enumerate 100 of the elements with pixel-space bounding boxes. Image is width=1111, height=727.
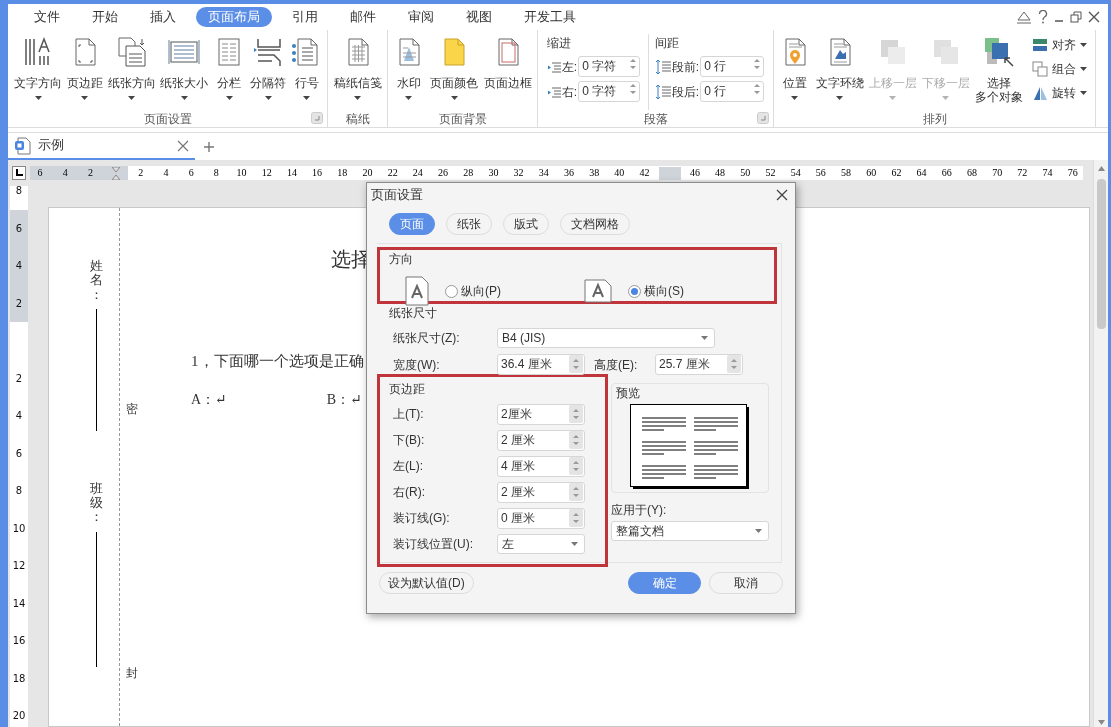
- margin-marker-icon[interactable]: [658, 166, 681, 180]
- menu-tab[interactable]: 邮件: [338, 6, 388, 28]
- dialog-launcher-icon[interactable]: [757, 112, 769, 124]
- add-tab-icon[interactable]: [203, 140, 215, 153]
- field-label: 左:: [561, 58, 578, 76]
- spin-arrows-icon: [569, 355, 583, 373]
- ribbon-button[interactable]: 水印: [390, 34, 427, 110]
- group-title: 排列: [922, 111, 947, 128]
- ruler-number: 76: [1066, 166, 1079, 180]
- tab-stop-icon[interactable]: [12, 166, 26, 180]
- ribbon-button[interactable]: 纸张方向: [105, 34, 158, 110]
- ruler-number: 20: [12, 710, 26, 722]
- ribbon-button[interactable]: 选择 多个对象: [972, 34, 1025, 110]
- menu-tab[interactable]: 审阅: [396, 6, 446, 28]
- ruler-number: 68: [965, 166, 978, 180]
- spin-field[interactable]: 0 行: [700, 56, 765, 77]
- ribbon-button[interactable]: 行号: [288, 34, 325, 110]
- ribbon-button[interactable]: 页面颜色: [428, 34, 481, 110]
- menu-tab[interactable]: 插入: [138, 6, 188, 28]
- group-heading: 缩进: [546, 35, 572, 52]
- radio-label: 横向(S): [644, 283, 684, 300]
- binding-label: 班级：: [88, 479, 104, 527]
- ribbon-button[interactable]: 页边距: [64, 34, 105, 110]
- align-icon: [1031, 37, 1048, 53]
- ribbon-button[interactable]: 纸张大小: [158, 34, 211, 110]
- select-squares-icon: [982, 36, 1015, 68]
- ruler-number: 18: [12, 672, 26, 684]
- dialog-tab[interactable]: 版式: [503, 213, 549, 235]
- spin-field[interactable]: 0 字符: [578, 56, 641, 77]
- ruler-number: 36: [562, 166, 575, 180]
- radio-button[interactable]: [445, 284, 458, 298]
- ruler-number: 70: [991, 166, 1004, 180]
- ruler-number: 6: [15, 447, 23, 459]
- scroll-down-icon[interactable]: [1096, 718, 1106, 727]
- ruler-number: 42: [638, 166, 651, 180]
- ruler-number: 8: [15, 186, 23, 197]
- default-button[interactable]: 设为默认值(D): [379, 572, 474, 594]
- ruler-number: 56: [814, 166, 827, 180]
- section-title: 纸张尺寸: [388, 305, 438, 322]
- spin-arrows-icon: [628, 57, 639, 71]
- ruler-number: 62: [890, 166, 903, 180]
- dropdown-field[interactable]: 左: [497, 534, 585, 554]
- ribbon-button[interactable]: 分栏: [211, 34, 248, 110]
- spin-field[interactable]: 0 字符: [578, 81, 641, 102]
- ribbon-button[interactable]: 页面边框: [482, 34, 535, 110]
- scrollbar[interactable]: [1093, 160, 1108, 727]
- spin-arrows-icon: [727, 355, 741, 373]
- close-icon[interactable]: [177, 139, 189, 152]
- ruler-number: 6: [30, 166, 53, 180]
- field-label: 宽度(W):: [393, 356, 441, 374]
- ribbon-small-button[interactable]: 组合: [1031, 60, 1087, 78]
- ribbon-small-button[interactable]: 对齐: [1031, 36, 1087, 54]
- close-icon[interactable]: [1088, 10, 1100, 24]
- section-title: 页边距: [388, 381, 426, 398]
- dropdown-field[interactable]: 整篇文档: [611, 521, 769, 541]
- menu-tab[interactable]: 开发工具: [512, 6, 588, 28]
- caret-icon: [571, 541, 578, 547]
- collapse-ribbon-icon[interactable]: [1016, 10, 1032, 24]
- ribbon-button[interactable]: 文字方向: [12, 34, 64, 110]
- document-icon: [14, 136, 32, 155]
- dialog-launcher-icon[interactable]: [311, 112, 323, 124]
- help-icon[interactable]: [1038, 10, 1048, 24]
- section-title: 方向: [388, 251, 414, 268]
- indent-icon: [546, 84, 561, 99]
- caret-icon: [701, 335, 708, 341]
- ribbon-button[interactable]: 稿纸信笺: [331, 34, 384, 110]
- landscape-page-icon: [584, 279, 612, 303]
- ruler-number: 72: [1016, 166, 1029, 180]
- close-icon[interactable]: [775, 188, 789, 202]
- cancel-button[interactable]: 取消: [709, 572, 783, 594]
- indent-marker-icon[interactable]: [110, 166, 121, 180]
- ribbon-small-button[interactable]: 旋转: [1031, 84, 1087, 102]
- ruler-number: 22: [386, 166, 399, 180]
- menu-tab[interactable]: 开始: [80, 6, 130, 28]
- scroll-up-icon[interactable]: [1096, 164, 1106, 173]
- binding-label: 姓名：: [88, 257, 104, 304]
- ribbon-button[interactable]: 位置: [776, 34, 813, 110]
- menu-tab[interactable]: 文件: [22, 6, 72, 28]
- dropdown-field[interactable]: B4 (JIS): [497, 328, 715, 348]
- ruler-number: 2: [15, 297, 23, 309]
- menu-tab[interactable]: 引用: [280, 6, 330, 28]
- ribbon-button[interactable]: 文字环绕: [813, 34, 866, 110]
- group-title: 页面设置: [143, 111, 192, 128]
- dialog-tab[interactable]: 纸张: [446, 213, 492, 235]
- ribbon-button[interactable]: 分隔符: [248, 34, 289, 110]
- group-title: 稿纸: [345, 111, 370, 128]
- ruler-number: 24: [411, 166, 424, 180]
- field-label: 左(L):: [393, 458, 424, 475]
- radio-button[interactable]: [628, 284, 641, 298]
- menu-tab[interactable]: 视图: [454, 6, 504, 28]
- ruler-number: 40: [613, 166, 626, 180]
- ruler-number: 38: [588, 166, 601, 180]
- scroll-thumb[interactable]: [1096, 179, 1106, 329]
- spin-arrows-icon: [752, 57, 763, 71]
- group-icon: [1031, 61, 1048, 77]
- ruler-number: 14: [12, 597, 26, 609]
- spin-field[interactable]: 0 行: [700, 81, 765, 102]
- dialog-tab[interactable]: 文档网格: [560, 213, 630, 235]
- ruler-number: 60: [865, 166, 878, 180]
- restore-icon[interactable]: [1070, 10, 1082, 24]
